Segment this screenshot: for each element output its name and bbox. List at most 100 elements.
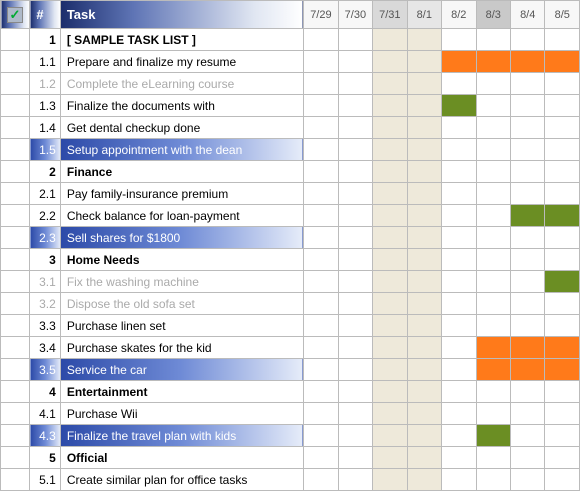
gantt-cell[interactable] [304,73,338,95]
date-header[interactable]: 8/3 [476,1,510,29]
gantt-cell[interactable] [338,293,372,315]
gantt-bar[interactable] [510,51,544,73]
gantt-cell[interactable] [338,403,372,425]
gantt-cell[interactable] [304,227,338,249]
gantt-cell[interactable] [510,469,544,491]
gantt-cell[interactable] [373,425,407,447]
gantt-cell[interactable] [373,271,407,293]
gantt-bar[interactable] [373,95,407,117]
gantt-cell[interactable] [545,447,580,469]
gantt-cell[interactable] [510,447,544,469]
gantt-cell[interactable] [407,271,441,293]
date-header[interactable]: 8/1 [407,1,441,29]
check-cell[interactable] [1,293,30,315]
gantt-bar[interactable] [545,51,580,73]
gantt-cell[interactable] [407,249,441,271]
task-name[interactable]: Entertainment [60,381,303,403]
gantt-cell[interactable] [338,337,372,359]
gantt-cell[interactable] [304,293,338,315]
gantt-cell[interactable] [442,381,476,403]
gantt-cell[interactable] [407,117,441,139]
gantt-cell[interactable] [476,249,510,271]
gantt-bar[interactable] [407,95,441,117]
gantt-cell[interactable] [545,381,580,403]
table-row[interactable]: 5Official [1,447,580,469]
gantt-cell[interactable] [304,51,338,73]
gantt-cell[interactable] [304,139,338,161]
gantt-cell[interactable] [407,403,441,425]
gantt-cell[interactable] [304,403,338,425]
gantt-cell[interactable] [338,29,372,51]
check-cell[interactable] [1,403,30,425]
gantt-cell[interactable] [304,359,338,381]
gantt-cell[interactable] [476,139,510,161]
gantt-cell[interactable] [442,359,476,381]
check-cell[interactable] [1,271,30,293]
gantt-cell[interactable] [510,29,544,51]
gantt-cell[interactable] [338,249,372,271]
gantt-cell[interactable] [373,249,407,271]
gantt-cell[interactable] [338,425,372,447]
check-cell[interactable] [1,227,30,249]
gantt-cell[interactable] [338,117,372,139]
num-header[interactable]: # [30,1,60,29]
table-row[interactable]: 5.1Create similar plan for office tasks [1,469,580,491]
gantt-cell[interactable] [510,139,544,161]
table-row[interactable]: 4Entertainment [1,381,580,403]
gantt-cell[interactable] [442,469,476,491]
gantt-cell[interactable] [338,271,372,293]
task-name[interactable]: Service the car [60,359,303,381]
gantt-cell[interactable] [338,205,372,227]
gantt-cell[interactable] [407,425,441,447]
gantt-cell[interactable] [304,161,338,183]
gantt-cell[interactable] [373,205,407,227]
gantt-cell[interactable] [476,271,510,293]
table-row[interactable]: 3.4Purchase skates for the kid [1,337,580,359]
gantt-bar[interactable] [545,205,580,227]
gantt-cell[interactable] [510,403,544,425]
gantt-cell[interactable] [510,249,544,271]
gantt-cell[interactable] [510,183,544,205]
task-name[interactable]: Get dental checkup done [60,117,303,139]
gantt-cell[interactable] [338,447,372,469]
gantt-cell[interactable] [373,139,407,161]
gantt-cell[interactable] [407,51,441,73]
task-name[interactable]: Home Needs [60,249,303,271]
gantt-cell[interactable] [407,227,441,249]
gantt-bar[interactable] [442,51,476,73]
gantt-cell[interactable] [510,95,544,117]
task-name[interactable]: Setup appointment with the dean [60,139,303,161]
gantt-cell[interactable] [476,73,510,95]
gantt-cell[interactable] [442,139,476,161]
table-row[interactable]: 1.1Prepare and finalize my resume [1,51,580,73]
date-header[interactable]: 7/31 [373,1,407,29]
gantt-cell[interactable] [407,205,441,227]
gantt-cell[interactable] [510,271,544,293]
gantt-cell[interactable] [407,315,441,337]
gantt-cell[interactable] [338,183,372,205]
gantt-bar[interactable] [476,425,510,447]
gantt-cell[interactable] [442,337,476,359]
gantt-cell[interactable] [545,425,580,447]
date-header[interactable]: 8/2 [442,1,476,29]
table-row[interactable]: 3.3Purchase linen set [1,315,580,337]
gantt-bar[interactable] [442,95,476,117]
table-row[interactable]: 1.2Complete the eLearning course [1,73,580,95]
gantt-cell[interactable] [338,95,372,117]
check-cell[interactable] [1,337,30,359]
gantt-cell[interactable] [407,469,441,491]
gantt-cell[interactable] [510,425,544,447]
check-cell[interactable] [1,73,30,95]
gantt-cell[interactable] [338,51,372,73]
gantt-cell[interactable] [304,469,338,491]
gantt-cell[interactable] [338,227,372,249]
table-row[interactable]: 1.3Finalize the documents with [1,95,580,117]
gantt-cell[interactable] [442,315,476,337]
gantt-cell[interactable] [510,117,544,139]
task-name[interactable]: Fix the washing machine [60,271,303,293]
gantt-cell[interactable] [304,447,338,469]
task-name[interactable]: Finance [60,161,303,183]
gantt-cell[interactable] [407,337,441,359]
gantt-cell[interactable] [476,315,510,337]
table-row[interactable]: 2.1Pay family-insurance premium [1,183,580,205]
